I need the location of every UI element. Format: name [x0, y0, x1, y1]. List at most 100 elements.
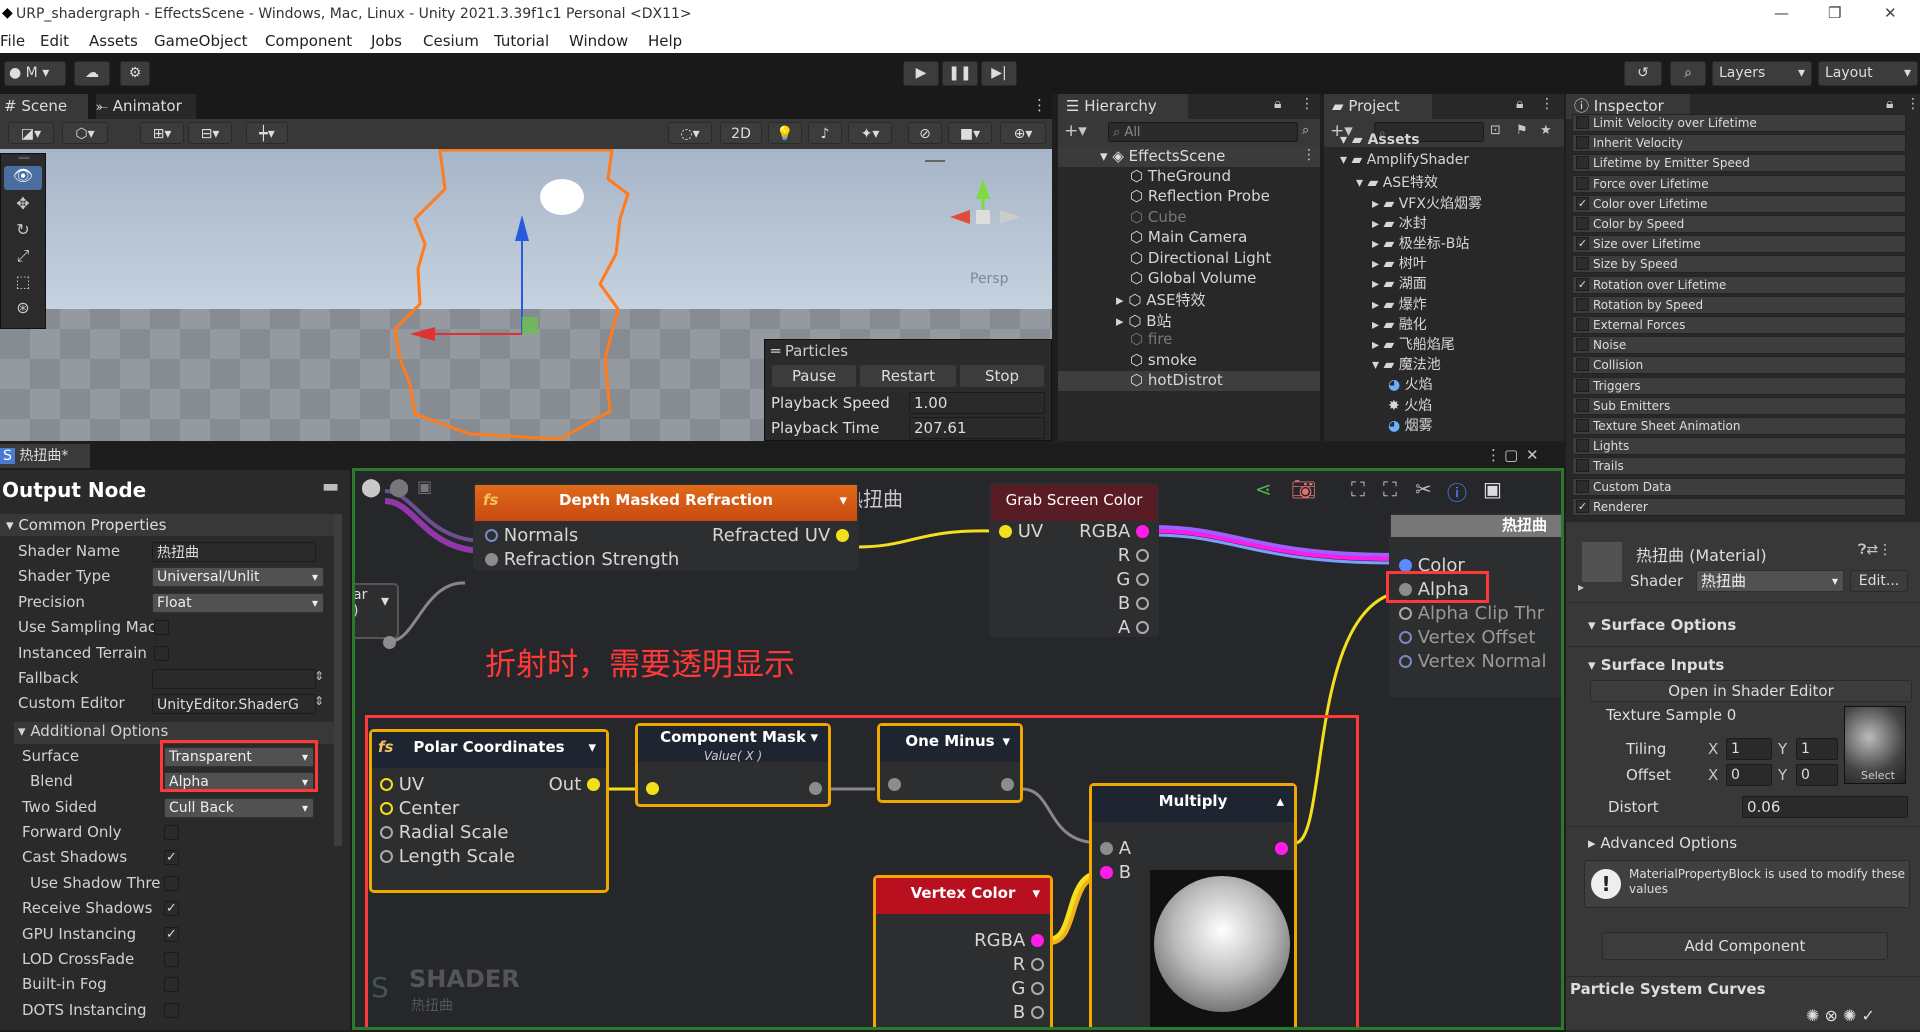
particle-module[interactable]: Inherit Velocity — [1572, 134, 1906, 153]
stepper-icon[interactable]: ⇕ — [314, 669, 324, 683]
stepper-icon[interactable]: ⇕ — [314, 694, 324, 708]
module-checkbox[interactable] — [1576, 156, 1589, 170]
more-icon[interactable]: ⋮ — [1032, 96, 1047, 114]
orientation-gizmo-y[interactable] — [976, 179, 990, 199]
module-checkbox[interactable] — [1576, 297, 1589, 311]
orientation-gizmo-center[interactable] — [976, 210, 990, 224]
option-checkbox[interactable] — [164, 825, 179, 840]
port-pin[interactable] — [1136, 525, 1149, 538]
restart-particles-button[interactable]: Restart — [859, 364, 957, 388]
scene-viewport[interactable]: Persp ══ 👁 ✥ ↻ ⤢ ⬚ ⊛ ═ Particles Pause R… — [0, 149, 1052, 441]
particle-module[interactable]: ✓ Renderer — [1572, 497, 1906, 516]
output-property-checkbox[interactable] — [154, 620, 169, 636]
texture-thumbnail[interactable]: Select — [1844, 706, 1906, 784]
multiply-port-out[interactable] — [1275, 838, 1288, 859]
live-mode-button[interactable]: ⬤ — [361, 477, 381, 498]
texture-select-label[interactable]: Select — [1861, 769, 1895, 782]
port-pin[interactable] — [1399, 655, 1412, 668]
hierarchy-item[interactable]: ▸ ⬡ B站 — [1058, 310, 1320, 330]
project-item[interactable]: ▸ ▰ VFX火焰烟雾 — [1372, 193, 1482, 213]
port-pin[interactable] — [485, 553, 498, 566]
project-item[interactable]: ▾ ▰ 魔法池 — [1372, 354, 1441, 374]
project-item[interactable]: ▸ ▰ 极坐标-B站 — [1372, 233, 1469, 253]
port-pin[interactable] — [485, 529, 498, 542]
out-port-color[interactable]: Color — [1399, 555, 1465, 576]
grab-port-g[interactable]: G — [1116, 569, 1149, 590]
port-pin[interactable] — [587, 778, 600, 791]
maximize-graph-icon[interactable]: ▣ — [1483, 477, 1502, 501]
screenshot-icon[interactable]: 📷︎ — [1291, 477, 1316, 501]
close-button[interactable]: ✕ — [1884, 4, 1897, 22]
module-checkbox[interactable]: ✓ — [1576, 277, 1589, 291]
partial-node-out-port[interactable] — [383, 633, 396, 652]
port-pin[interactable] — [1136, 621, 1149, 634]
save-icon[interactable]: ▣ — [417, 477, 432, 496]
particle-module[interactable]: ✓ Size over Lifetime — [1572, 235, 1906, 254]
draw-mode-button[interactable]: ◪▾ — [8, 122, 54, 144]
gizmos-button[interactable]: ⊕▾ — [1000, 122, 1046, 144]
option-dropdown[interactable]: Cull Back — [164, 797, 314, 818]
orientation-gizmo-x[interactable] — [950, 210, 970, 224]
orientation-gizmo-neg-x[interactable] — [1000, 210, 1020, 224]
port-pin[interactable] — [836, 529, 849, 542]
vcolor-port-g[interactable]: G — [1011, 978, 1044, 999]
lock-icon[interactable]: 🔒︎ — [1886, 96, 1893, 112]
camera-button[interactable]: ■▾ — [948, 122, 992, 144]
view-tool-button[interactable]: 👁 — [4, 166, 42, 190]
filter-type-icon[interactable]: ⊡ — [1490, 123, 1501, 138]
lock-icon[interactable]: 🔒︎ — [1274, 96, 1281, 112]
help-icon[interactable]: ❓︎⇄⋮ — [1858, 542, 1892, 558]
module-checkbox[interactable]: ✓ — [1576, 237, 1589, 251]
dmr-port-normals[interactable]: Normals — [485, 525, 578, 546]
dmr-port-refraction-strength[interactable]: Refraction Strength — [485, 549, 679, 570]
hierarchy-search-input[interactable]: ⌕ All — [1108, 122, 1298, 142]
rect-tool-button[interactable]: ⬚ — [4, 272, 42, 296]
particle-module[interactable]: External Forces — [1572, 316, 1906, 334]
particle-module[interactable]: Force over Lifetime — [1572, 174, 1906, 193]
rotate-tool-button[interactable]: ↻ — [4, 220, 42, 244]
port-pin[interactable] — [646, 782, 659, 795]
polar-port-uv[interactable]: UV — [380, 774, 424, 795]
port-pin[interactable] — [888, 778, 901, 791]
grid-snap-button[interactable]: ⊟▾ — [188, 122, 232, 144]
preview-toggle[interactable]: ⬤ — [389, 477, 409, 498]
dmr-port-refracted-uv[interactable]: Refracted UV — [712, 525, 849, 546]
surface-inputs-foldout[interactable]: ▾ Surface Inputs — [1588, 656, 1724, 674]
port-pin[interactable] — [1031, 958, 1044, 971]
module-checkbox[interactable] — [1576, 136, 1589, 150]
grab-port-a[interactable]: A — [1118, 617, 1149, 638]
more-icon[interactable]: ⋮ — [1302, 147, 1316, 163]
vcolor-port-rgba[interactable]: RGBA — [974, 930, 1044, 951]
layout-dropdown[interactable]: Layout ▾ — [1818, 61, 1918, 86]
hierarchy-item[interactable]: ⬡ Directional Light — [1058, 249, 1320, 269]
module-checkbox[interactable] — [1576, 217, 1589, 230]
menu-cesium[interactable]: Cesium — [423, 32, 479, 50]
advanced-options-foldout[interactable]: ▸ Advanced Options — [1588, 834, 1737, 852]
particle-module[interactable]: Limit Velocity over Lifetime — [1572, 114, 1906, 132]
more-icon[interactable]: ⋮ — [1906, 96, 1920, 112]
out-port-alpha-clip[interactable]: Alpha Clip Thr — [1399, 603, 1544, 624]
particle-module[interactable]: Custom Data — [1572, 477, 1906, 496]
hierarchy-item[interactable]: ⬡ fire — [1058, 330, 1320, 350]
shader-dropdown[interactable]: 热扭曲 — [1696, 570, 1844, 592]
collab-button[interactable]: ⚙ — [120, 61, 150, 86]
menu-tutorial[interactable]: Tutorial — [494, 32, 549, 50]
port-pin[interactable] — [380, 826, 393, 839]
audio-toggle[interactable]: ♪ — [808, 122, 842, 144]
account-dropdown[interactable]: ● M ▾ — [4, 61, 66, 86]
option-dropdown[interactable]: Alpha — [164, 772, 314, 793]
project-item[interactable]: ▸ ▰ 湖面 — [1372, 273, 1427, 293]
add-component-button[interactable]: Add Component — [1602, 932, 1888, 960]
module-checkbox[interactable] — [1576, 358, 1589, 372]
chevron-down-icon[interactable]: ▾ — [1002, 726, 1010, 756]
option-checkbox[interactable]: ✓ — [164, 926, 179, 942]
effects-toggle[interactable]: ✦▾ — [848, 122, 892, 144]
module-checkbox[interactable] — [1576, 116, 1589, 129]
grab-port-r[interactable]: R — [1118, 545, 1149, 566]
polar-port-radial-scale[interactable]: Radial Scale — [380, 822, 508, 843]
oneminus-port-out[interactable] — [1001, 774, 1014, 795]
foldout-icon[interactable]: ▸ — [1578, 580, 1584, 594]
scale-tool-button[interactable]: ⤢ — [4, 246, 42, 270]
hierarchy-item[interactable]: ⬡ hotDistrot — [1058, 371, 1320, 391]
module-checkbox[interactable] — [1576, 338, 1589, 352]
